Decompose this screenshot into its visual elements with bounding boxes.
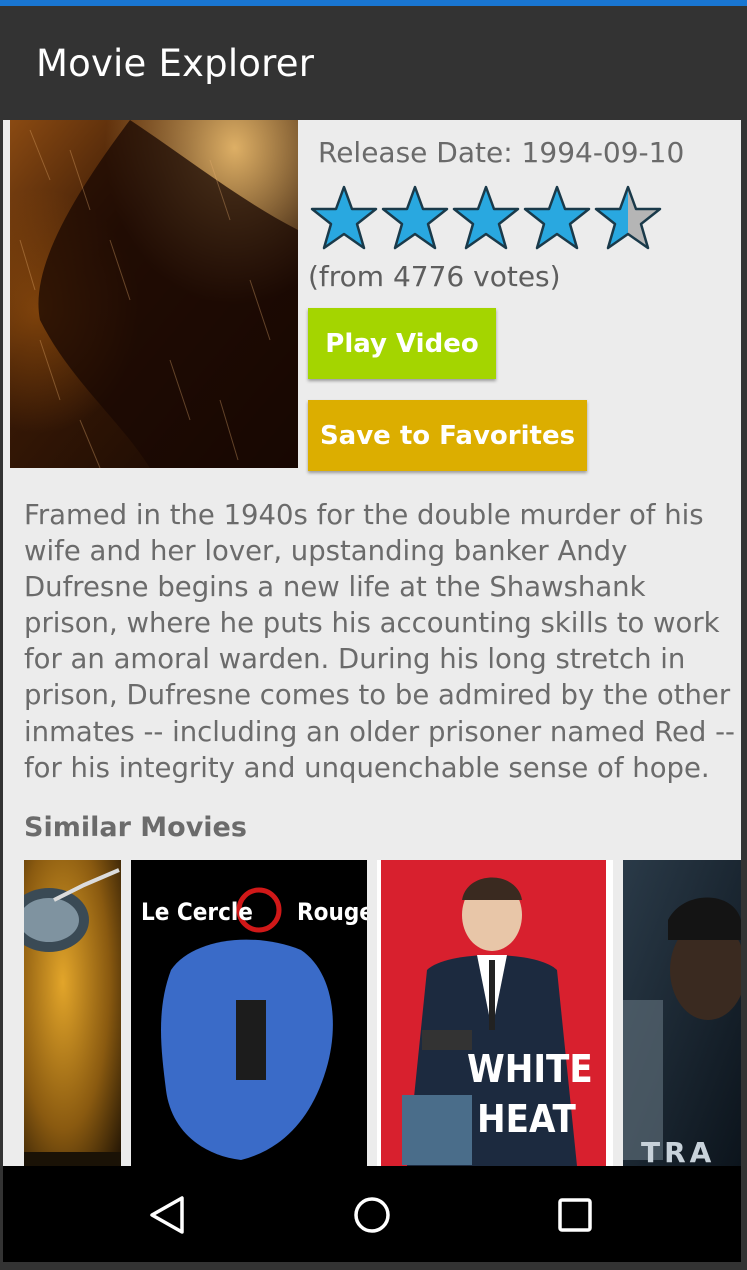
half-star-icon xyxy=(594,185,662,250)
movie-overview: Framed in the 1940s for the double murde… xyxy=(24,499,735,784)
similar-movie-poster: Le Cercle Rouge xyxy=(131,860,367,1166)
release-date: Release Date: 1994-09-10 xyxy=(318,136,685,169)
star-icon xyxy=(310,185,378,250)
similar-movie-1[interactable] xyxy=(24,860,121,1166)
poster-title-line2: HEAT xyxy=(477,1097,576,1141)
screen-bottom-edge xyxy=(0,1262,747,1270)
movie-poster xyxy=(10,120,298,468)
similar-movie-4[interactable]: TRA xyxy=(623,860,741,1166)
back-icon[interactable] xyxy=(140,1190,200,1240)
movie-detail-content[interactable]: Release Date: 1994-09-10 (from 4776 vote… xyxy=(3,120,741,1166)
similar-movies-heading: Similar Movies xyxy=(24,812,247,843)
poster-title-left: Le Cercle xyxy=(141,898,253,926)
similar-movie-2[interactable]: Le Cercle Rouge xyxy=(131,860,367,1166)
save-to-favorites-button[interactable]: Save to Favorites xyxy=(308,400,587,471)
play-video-button[interactable]: Play Video xyxy=(308,308,496,379)
similar-movie-3[interactable]: WHITE HEAT xyxy=(377,860,613,1166)
similar-movie-poster: WHITE HEAT xyxy=(377,860,613,1166)
poster-title-line1: WHITE xyxy=(467,1047,593,1091)
similar-movie-poster xyxy=(24,860,121,1166)
system-navigation-bar xyxy=(3,1166,741,1262)
star-icon xyxy=(452,185,520,250)
home-icon[interactable] xyxy=(342,1190,402,1240)
star-icon xyxy=(381,185,449,250)
poster-title: TRA xyxy=(641,1136,715,1166)
app-title: Movie Explorer xyxy=(36,42,315,85)
similar-movie-poster: TRA xyxy=(623,860,741,1166)
app-bar: Movie Explorer xyxy=(0,6,747,120)
poster-image xyxy=(10,120,298,468)
poster-title-right: Rouge xyxy=(297,898,367,926)
star-icon xyxy=(523,185,591,250)
vote-count: (from 4776 votes) xyxy=(308,260,561,293)
recents-icon[interactable] xyxy=(546,1190,606,1240)
